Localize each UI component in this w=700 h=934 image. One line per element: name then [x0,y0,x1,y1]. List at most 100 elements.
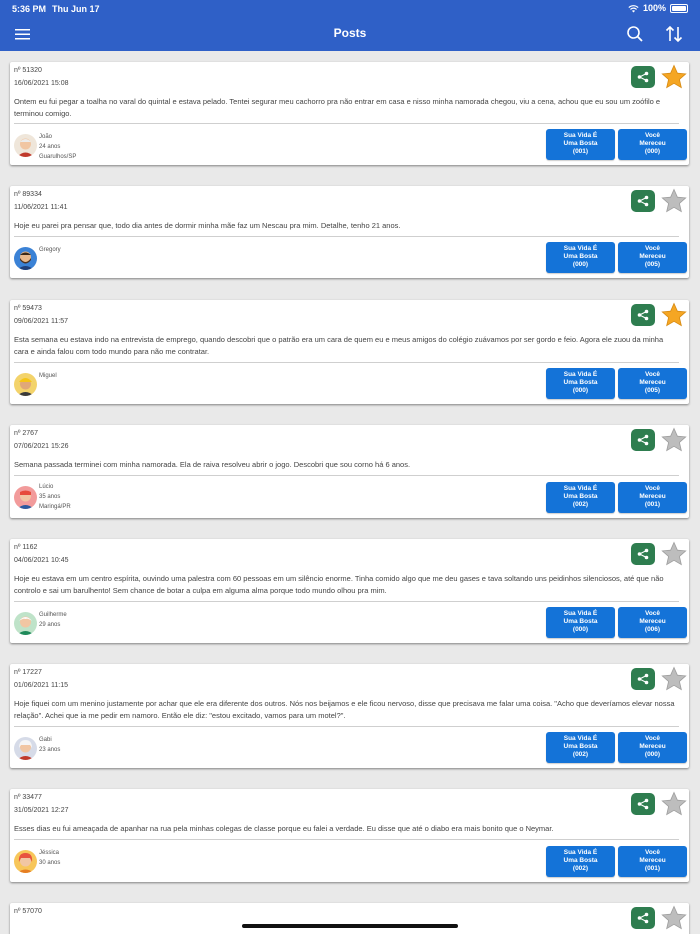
vote-bad-life-line2: Uma Bosta [563,379,598,386]
vote-bad-life-button[interactable]: Sua Vida É Uma Bosta (002) [546,482,615,513]
share-icon [637,195,649,207]
vote-bad-life-count: (002) [572,501,589,508]
user-age: 24 anos [39,144,61,150]
favorite-star-icon[interactable] [661,666,687,692]
share-button[interactable] [631,429,655,451]
post-text: Semana passada terminei com minha namora… [14,460,411,469]
vote-deserved-button[interactable]: Você Mereceu (001) [618,482,687,513]
divider [14,236,679,237]
avatar [14,737,37,760]
share-button[interactable] [631,66,655,88]
favorite-star-icon[interactable] [661,791,687,817]
vote-deserved-button[interactable]: Você Mereceu (005) [618,368,687,399]
vote-deserved-button[interactable]: Você Mereceu (000) [618,732,687,763]
favorite-star-icon[interactable] [661,541,687,567]
favorite-star-icon[interactable] [661,905,687,931]
vote-deserved-line2: Mereceu [639,743,666,750]
share-icon [637,309,649,321]
post-text: Hoje eu parei pra pensar que, todo dia a… [14,221,401,230]
vote-deserved-button[interactable]: Você Mereceu (005) [618,242,687,273]
favorite-star-icon[interactable] [661,427,687,453]
vote-bad-life-line2: Uma Bosta [563,618,598,625]
vote-deserved-line1: Você [644,245,661,252]
user-info: Lúcio 35 anos Maringá/PR [39,482,71,512]
avatar [14,850,37,873]
share-icon [637,673,649,685]
post-date: 01/06/2021 11:15 [14,682,68,689]
post-date: 04/06/2021 10:45 [14,557,69,564]
nav-bar: Posts [0,18,700,51]
post-card: nº 59473 09/06/2021 11:57 Esta semana eu… [10,300,689,404]
vote-bad-life-line1: Sua Vida É [563,132,598,139]
vote-deserved-count: (000) [644,751,661,758]
share-button[interactable] [631,907,655,929]
home-indicator[interactable] [242,924,458,928]
share-button[interactable] [631,543,655,565]
vote-bad-life-button[interactable]: Sua Vida É Uma Bosta (000) [546,242,615,273]
vote-deserved-line1: Você [644,610,661,617]
vote-deserved-line1: Você [644,849,661,856]
vote-bad-life-button[interactable]: Sua Vida É Uma Bosta (001) [546,129,615,160]
share-button[interactable] [631,190,655,212]
share-button[interactable] [631,793,655,815]
share-icon [637,798,649,810]
vote-bad-life-line2: Uma Bosta [563,140,598,147]
user-info: Gabi 23 anos [39,735,60,755]
user-name: Jéssica [39,850,60,856]
vote-bad-life-button[interactable]: Sua Vida É Uma Bosta (002) [546,732,615,763]
page-title: Posts [333,26,367,40]
vote-bad-life-button[interactable]: Sua Vida É Uma Bosta (002) [546,846,615,877]
post-date: 09/06/2021 11:57 [14,318,68,325]
vote-bad-life-button[interactable]: Sua Vida É Uma Bosta (000) [546,368,615,399]
share-button[interactable] [631,304,655,326]
user-info: João 24 anos Guarulhos/SP [39,132,76,162]
share-icon [637,71,649,83]
vote-deserved-count: (005) [644,387,661,394]
vote-bad-life-line2: Uma Bosta [563,493,598,500]
vote-bad-life-count: (001) [572,148,589,155]
vote-deserved-button[interactable]: Você Mereceu (006) [618,607,687,638]
vote-deserved-button[interactable]: Você Mereceu (000) [618,129,687,160]
share-icon [637,548,649,560]
post-text: Ontem eu fui pegar a toalha no varal do … [14,97,661,118]
user-name: Miguel [39,373,57,379]
vote-deserved-line2: Mereceu [639,140,666,147]
divider [14,475,679,476]
vote-deserved-button[interactable]: Você Mereceu (001) [618,846,687,877]
vote-bad-life-count: (000) [572,261,589,268]
avatar [14,134,37,157]
divider [14,601,679,602]
favorite-star-icon[interactable] [661,302,687,328]
favorite-star-icon[interactable] [661,188,687,214]
vote-bad-life-line1: Sua Vida É [563,735,598,742]
post-card: nº 1162 04/06/2021 10:45 Hoje eu estava … [10,539,689,643]
vote-deserved-line1: Você [644,371,661,378]
wifi-icon [628,4,639,13]
vote-deserved-line2: Mereceu [639,379,666,386]
post-card: nº 51320 16/06/2021 15:08 Ontem eu fui p… [10,62,689,165]
vote-bad-life-line1: Sua Vida É [563,245,598,252]
post-card: nº 57070 [10,903,689,934]
share-icon [637,434,649,446]
sort-arrows-icon[interactable] [664,24,684,49]
divider [14,123,679,124]
vote-bad-life-count: (002) [572,751,589,758]
user-age: 35 anos [39,494,61,500]
vote-bad-life-count: (000) [572,387,589,394]
share-button[interactable] [631,668,655,690]
favorite-star-icon[interactable] [661,64,687,90]
search-icon[interactable] [626,25,644,48]
post-date: 31/05/2021 12:27 [14,807,69,814]
post-card: nº 17227 01/06/2021 11:15 Hoje fiquei co… [10,664,689,768]
posts-list[interactable]: nº 51320 16/06/2021 15:08 Ontem eu fui p… [0,51,700,934]
user-name: João [39,134,53,140]
post-number: nº 59473 [14,305,42,312]
status-right: 100% [628,3,688,13]
vote-deserved-count: (001) [644,501,661,508]
vote-bad-life-count: (000) [572,626,589,633]
post-number: nº 1162 [14,544,38,551]
vote-bad-life-line1: Sua Vida É [563,610,598,617]
post-number: nº 17227 [14,669,42,676]
user-name: Lúcio [39,484,54,490]
vote-bad-life-button[interactable]: Sua Vida É Uma Bosta (000) [546,607,615,638]
